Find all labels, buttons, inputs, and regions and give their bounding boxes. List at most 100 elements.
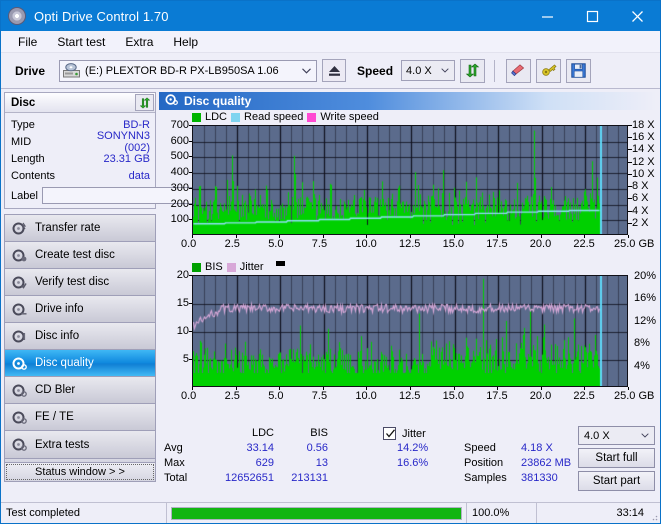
sidebar-item-create-test-disc[interactable]: Create test disc bbox=[5, 242, 155, 269]
lower-x-tick: 2.5 bbox=[225, 390, 240, 402]
lower-y-left-tick: 10 bbox=[161, 325, 189, 337]
upper-x-tick: 10.0 bbox=[355, 238, 376, 250]
test-speed-select[interactable]: 4.0 X bbox=[578, 426, 655, 445]
legend-swatch-ldc bbox=[192, 113, 201, 122]
menu-help[interactable]: Help bbox=[164, 32, 207, 52]
elapsed-time: 33:14 bbox=[537, 507, 660, 519]
sidebar-item-drive-info[interactable]: Drive info bbox=[5, 296, 155, 323]
lower-chart-plot bbox=[192, 275, 628, 387]
upper-y-left-tick: 700 bbox=[161, 119, 189, 131]
upper-y-right-tick: 16 X bbox=[632, 131, 655, 143]
drive-select[interactable]: (E:) PLEXTOR BD-R PX-LB950SA 1.06 bbox=[59, 60, 317, 82]
axis-tickmark bbox=[189, 303, 192, 304]
legend-label-bis: BIS bbox=[205, 261, 223, 273]
maximize-icon[interactable] bbox=[570, 1, 615, 31]
app-disc-icon bbox=[8, 7, 26, 25]
erase-button[interactable] bbox=[506, 59, 531, 83]
menu-file[interactable]: File bbox=[9, 32, 46, 52]
speed-select[interactable]: 4.0 X bbox=[401, 60, 455, 81]
sidebar-label: Transfer rate bbox=[35, 222, 100, 234]
upper-y-left-tick: 500 bbox=[161, 150, 189, 162]
sidebar-item-verify-test-disc[interactable]: Verify test disc bbox=[5, 269, 155, 296]
jitter-avg: 14.2% bbox=[397, 442, 428, 454]
axis-tickmark bbox=[497, 387, 498, 390]
sidebar-item-extra-tests[interactable]: Extra tests bbox=[5, 431, 155, 458]
eject-button[interactable] bbox=[322, 59, 346, 82]
axis-tickmark bbox=[189, 172, 192, 173]
save-button[interactable] bbox=[566, 59, 591, 83]
axis-tickmark bbox=[628, 198, 632, 199]
sidebar-item-disc-quality[interactable]: Disc quality bbox=[5, 350, 155, 377]
jitter-label: Jitter bbox=[402, 428, 426, 440]
legend-swatch-marker bbox=[276, 261, 285, 266]
disc-key-type: Type bbox=[11, 119, 73, 131]
stats-max-bis: 13 bbox=[288, 457, 328, 469]
upper-x-tick: 12.5 bbox=[399, 238, 420, 250]
menu-start-test[interactable]: Start test bbox=[48, 32, 114, 52]
lower-x-tick: 7.5 bbox=[312, 390, 327, 402]
axis-tickmark bbox=[189, 188, 192, 189]
upper-x-tick: 15.0 bbox=[443, 238, 464, 250]
resize-grip-icon[interactable] bbox=[648, 511, 658, 521]
axis-tickmark bbox=[454, 387, 455, 390]
sidebar-item-transfer-rate[interactable]: Transfer rate bbox=[5, 215, 155, 242]
lower-y-right-tick: 4% bbox=[634, 360, 650, 372]
key-button[interactable] bbox=[536, 59, 561, 83]
axis-tickmark bbox=[366, 387, 367, 390]
lower-y-left-tick: 15 bbox=[161, 297, 189, 309]
stats-avg-bis: 0.56 bbox=[288, 442, 328, 454]
sidebar-label: Disc quality bbox=[35, 357, 94, 369]
upper-y-right-tick: 6 X bbox=[632, 192, 649, 204]
legend-swatch-jitter bbox=[227, 263, 236, 272]
sidebar: Disc Type BD-R MID SONYNN3 (002) bbox=[1, 89, 159, 485]
legend-swatch-read-speed bbox=[231, 113, 240, 122]
stats-total-ldc: 12652651 bbox=[214, 472, 274, 484]
position-value: 23862 MB bbox=[521, 457, 571, 469]
axis-tickmark bbox=[628, 186, 632, 187]
stats-max-ldc: 629 bbox=[228, 457, 274, 469]
legend-swatch-bis bbox=[192, 263, 201, 272]
disc-extra-icon bbox=[12, 437, 27, 452]
progress-percent: 100.0% bbox=[467, 503, 537, 524]
axis-tickmark bbox=[236, 235, 237, 238]
disc-key-contents: Contents bbox=[11, 170, 73, 182]
disc-panel-title: Disc bbox=[11, 97, 35, 109]
upper-x-tick: 25.0 GB bbox=[614, 238, 654, 250]
axis-tickmark bbox=[192, 235, 193, 238]
lower-chart-legend: BIS Jitter bbox=[192, 261, 285, 273]
refresh-button[interactable] bbox=[460, 59, 485, 83]
sidebar-item-cd-bler[interactable]: CD Bler bbox=[5, 377, 155, 404]
legend-label-write-speed: Write speed bbox=[320, 111, 379, 123]
axis-tickmark bbox=[497, 235, 498, 238]
menu-extra[interactable]: Extra bbox=[116, 32, 162, 52]
minimize-icon[interactable] bbox=[525, 1, 570, 31]
stats-row-max: Max bbox=[164, 457, 185, 469]
start-part-button[interactable]: Start part bbox=[578, 471, 655, 491]
upper-y-left-tick: 400 bbox=[161, 166, 189, 178]
sidebar-item-disc-info[interactable]: Disc info bbox=[5, 323, 155, 350]
disc-fete-icon bbox=[12, 410, 27, 425]
axis-tickmark bbox=[628, 149, 632, 150]
disc-key-length: Length bbox=[11, 153, 73, 165]
jitter-checkbox[interactable] bbox=[383, 427, 396, 440]
upper-y-right-tick: 10 X bbox=[632, 168, 655, 180]
upper-x-tick: 17.5 bbox=[486, 238, 507, 250]
stats-col-bis: BIS bbox=[288, 427, 328, 439]
lower-x-tick: 12.5 bbox=[399, 390, 420, 402]
close-icon[interactable] bbox=[615, 1, 660, 31]
disc-quality-icon bbox=[12, 356, 27, 371]
start-full-button[interactable]: Start full bbox=[578, 448, 655, 468]
disc-refresh-button[interactable] bbox=[135, 94, 154, 111]
lower-y-right-tick: 8% bbox=[634, 337, 650, 349]
title-bar: Opti Drive Control 1.70 bbox=[1, 1, 660, 31]
disc-label-caption: Label bbox=[11, 190, 38, 202]
disc-value-length: 23.31 GB bbox=[73, 153, 150, 165]
stats-col-ldc: LDC bbox=[228, 427, 274, 439]
upper-x-tick: 5.0 bbox=[268, 238, 283, 250]
disc-row-length: Length 23.31 GB bbox=[5, 150, 155, 167]
sidebar-item-fe-te[interactable]: FE / TE bbox=[5, 404, 155, 431]
upper-x-tick: 20.0 bbox=[530, 238, 551, 250]
status-window-button[interactable]: Status window > > bbox=[4, 462, 156, 482]
upper-chart-plot bbox=[192, 125, 628, 235]
lower-y-right-tick: 12% bbox=[634, 315, 656, 327]
